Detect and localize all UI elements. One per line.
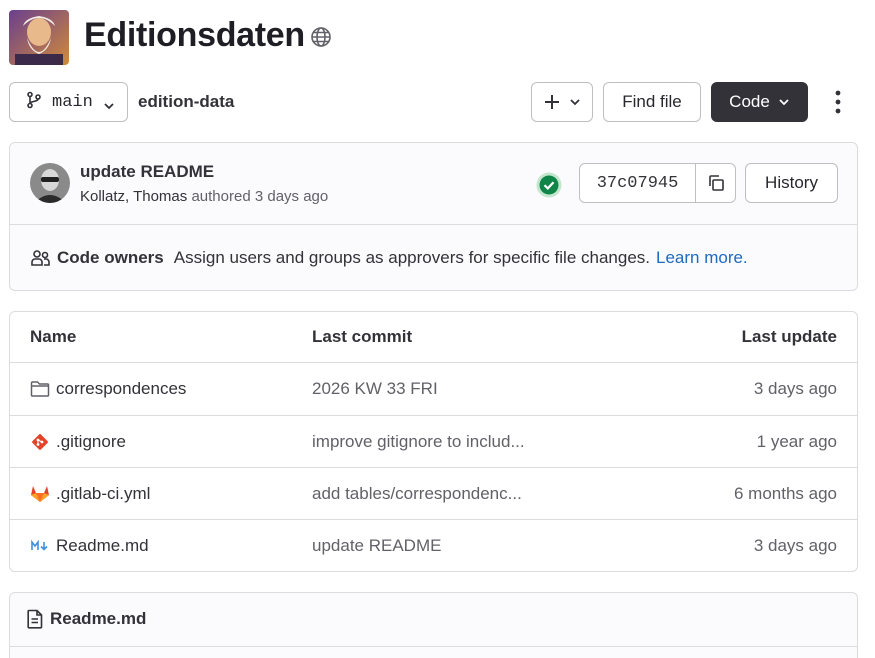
file-table: Name Last commit Last update corresponde… (9, 311, 858, 572)
chevron-down-icon (569, 96, 581, 108)
commit-author[interactable]: Kollatz, Thomas (80, 188, 187, 205)
document-icon (26, 609, 44, 629)
markdown-icon (30, 536, 50, 556)
file-last-commit[interactable]: add tables/correspondenc... (312, 468, 522, 519)
folder-icon (30, 379, 50, 399)
file-name[interactable]: correspondences (56, 379, 186, 399)
column-header-last-update: Last update (741, 327, 837, 346)
breadcrumb[interactable]: edition-data (138, 92, 234, 112)
branch-selector[interactable]: main (9, 82, 128, 122)
table-row[interactable]: Readme.md update README 3 days ago (10, 520, 857, 571)
gitlab-icon (30, 484, 50, 504)
code-button[interactable]: Code (711, 82, 808, 122)
branch-icon (26, 91, 42, 114)
copy-icon (707, 174, 725, 192)
file-last-commit[interactable]: improve gitignore to includ... (312, 416, 525, 467)
readme-panel: Readme.md (9, 592, 858, 658)
avatar[interactable] (30, 163, 70, 203)
chevron-down-icon (778, 96, 790, 108)
project-title: Editionsdaten (84, 16, 305, 54)
code-owners-row: Code owners Assign users and groups as a… (31, 248, 748, 268)
readme-title[interactable]: Readme.md (50, 609, 146, 629)
file-last-update: 3 days ago (753, 536, 837, 555)
file-last-update: 1 year ago (756, 431, 837, 451)
history-button[interactable]: History (745, 163, 838, 203)
plus-icon (543, 93, 561, 111)
column-header-last-commit: Last commit (312, 327, 413, 346)
commit-sha[interactable]: 37c07945 (580, 164, 696, 202)
git-icon (30, 432, 50, 452)
branch-label: main (52, 92, 93, 112)
file-name[interactable]: .gitlab-ci.yml (56, 484, 150, 504)
more-actions-icon[interactable] (828, 88, 848, 116)
commit-title[interactable]: update README (80, 162, 214, 182)
pipeline-status-icon[interactable] (536, 172, 562, 198)
add-button[interactable] (531, 82, 593, 122)
readme-divider (10, 646, 857, 647)
find-file-button[interactable]: Find file (603, 82, 701, 122)
column-header-name: Name (30, 327, 77, 346)
chevron-down-icon (103, 97, 115, 117)
commit-meta-suffix: authored 3 days ago (191, 188, 329, 205)
file-last-update: 6 months ago (733, 483, 837, 503)
table-row[interactable]: correspondences 2026 KW 33 FRI 3 days ag… (10, 363, 857, 416)
learn-more-link[interactable]: Learn more. (656, 248, 748, 268)
commit-summary: update README Kollatz, Thomas authored 3… (10, 143, 857, 225)
globe-icon[interactable] (310, 26, 332, 48)
commit-meta: Kollatz, Thomas authored 3 days ago (80, 188, 328, 205)
code-button-label: Code (729, 92, 770, 111)
last-commit-panel: update README Kollatz, Thomas authored 3… (9, 142, 858, 291)
project-avatar[interactable] (9, 10, 69, 65)
table-row[interactable]: .gitlab-ci.yml add tables/correspondenc.… (10, 468, 857, 520)
code-owners-text: Assign users and groups as approvers for… (173, 248, 650, 267)
commit-sha-group: 37c07945 (579, 163, 736, 203)
file-last-commit[interactable]: 2026 KW 33 FRI (312, 363, 438, 415)
table-header: Name Last commit Last update (10, 312, 857, 363)
file-name[interactable]: .gitignore (56, 432, 126, 452)
file-last-update: 3 days ago (753, 379, 837, 398)
users-icon (31, 249, 51, 267)
table-row[interactable]: .gitignore improve gitignore to includ..… (10, 416, 857, 468)
file-name[interactable]: Readme.md (56, 536, 149, 556)
file-last-commit[interactable]: update README (312, 520, 441, 571)
copy-sha-button[interactable] (696, 164, 735, 202)
readme-header: Readme.md (26, 609, 146, 629)
code-owners-label: Code owners (57, 248, 164, 267)
